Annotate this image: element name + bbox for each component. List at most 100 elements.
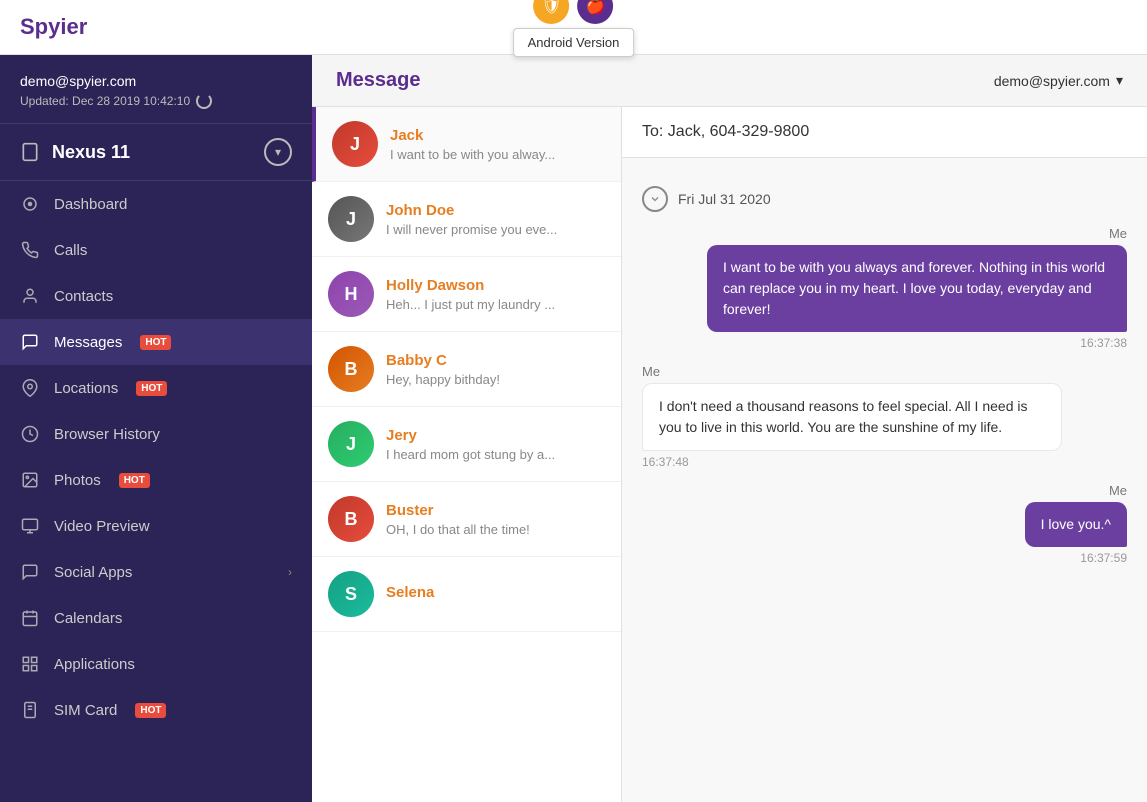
chat-messages: Fri Jul 31 2020 Me I want to be with you… (622, 158, 1147, 802)
conv-preview-buster: OH, I do that all the time! (386, 522, 605, 537)
sidebar-item-messages[interactable]: Messages HOT (0, 319, 312, 365)
conv-avatar-babby-c: B (328, 346, 374, 392)
date-text: Fri Jul 31 2020 (678, 191, 771, 207)
nav-label-social-apps: Social Apps (54, 564, 132, 581)
sidebar-item-dashboard[interactable]: Dashboard (0, 181, 312, 227)
content-area: Message demo@spyier.com ▾ J Jack I want … (312, 55, 1147, 802)
conv-info-babby-c: Babby C Hey, happy bithday! (386, 352, 605, 387)
conv-info-holly-dawson: Holly Dawson Heh... I just put my laundr… (386, 277, 605, 312)
conv-avatar-holly-dawson: H (328, 271, 374, 317)
conv-info-buster: Buster OH, I do that all the time! (386, 502, 605, 537)
conv-avatar-selena: S (328, 571, 374, 617)
msg-sender-msg1: Me (1109, 226, 1127, 241)
sidebar-item-contacts[interactable]: Contacts (0, 273, 312, 319)
msg-time-msg1: 16:37:38 (1080, 336, 1127, 350)
conv-avatar-jack: J (332, 121, 378, 167)
conv-item-selena[interactable]: S Selena (312, 557, 621, 632)
sidebar-updated: Updated: Dec 28 2019 10:42:10 (20, 93, 292, 109)
device-chevron[interactable]: ▾ (264, 138, 292, 166)
calendars-icon (20, 608, 40, 628)
content-header: Message demo@spyier.com ▾ (312, 55, 1147, 107)
device-row: Nexus 11 ▾ (0, 124, 312, 181)
conv-name-john-doe: John Doe (386, 202, 605, 219)
version-selector: 🛡 🍎 Android Version (513, 0, 635, 57)
hot-badge-sim-card: HOT (135, 703, 166, 718)
sidebar-item-sim-card[interactable]: SIM Card HOT (0, 687, 312, 733)
conv-info-jack: Jack I want to be with you alway... (390, 127, 605, 162)
msg-bubble-msg1: I want to be with you always and forever… (707, 245, 1127, 332)
conv-name-jack: Jack (390, 127, 605, 144)
sidebar-user: demo@spyier.com Updated: Dec 28 2019 10:… (0, 55, 312, 124)
conv-preview-jack: I want to be with you alway... (390, 147, 605, 162)
version-icons: 🛡 🍎 (534, 0, 614, 24)
conv-preview-babby-c: Hey, happy bithday! (386, 372, 605, 387)
conv-preview-holly-dawson: Heh... I just put my laundry ... (386, 297, 605, 312)
android-tooltip: Android Version (513, 28, 635, 57)
video-preview-icon (20, 516, 40, 536)
apple-icon[interactable]: 🍎 (578, 0, 614, 24)
msg-bubble-msg2: I don't need a thousand reasons to feel … (642, 383, 1062, 451)
sidebar-email: demo@spyier.com (20, 73, 292, 89)
dashboard-icon (20, 194, 40, 214)
refresh-icon[interactable] (196, 93, 212, 109)
conv-avatar-jery: J (328, 421, 374, 467)
photos-icon (20, 470, 40, 490)
hot-badge-messages: HOT (140, 335, 171, 350)
conversation-list: J Jack I want to be with you alway... J … (312, 107, 622, 802)
sidebar-item-locations[interactable]: Locations HOT (0, 365, 312, 411)
sidebar-item-video-preview[interactable]: Video Preview (0, 503, 312, 549)
sidebar-item-browser-history[interactable]: Browser History (0, 411, 312, 457)
nav-list: Dashboard Calls Contacts Messages HOT Lo… (0, 181, 312, 733)
sidebar-item-calls[interactable]: Calls (0, 227, 312, 273)
app-logo: Spyier (20, 14, 87, 40)
sidebar-item-applications[interactable]: Applications (0, 641, 312, 687)
conv-preview-jery: I heard mom got stung by a... (386, 447, 605, 462)
conv-preview-john-doe: I will never promise you eve... (386, 222, 605, 237)
conv-item-jack[interactable]: J Jack I want to be with you alway... (312, 107, 621, 182)
nav-label-calls: Calls (54, 242, 87, 259)
nav-label-messages: Messages (54, 334, 122, 351)
nav-arrow-social-apps: › (288, 565, 292, 579)
msg-bubble-msg3: I love you.^ (1025, 502, 1127, 547)
chat-header: To: Jack, 604-329-9800 (622, 107, 1147, 158)
conv-info-selena: Selena (386, 584, 605, 604)
conv-item-babby-c[interactable]: B Babby C Hey, happy bithday! (312, 332, 621, 407)
message-msg2: Me I don't need a thousand reasons to fe… (642, 364, 1127, 469)
conv-avatar-john-doe: J (328, 196, 374, 242)
android-icon[interactable]: 🛡 (534, 0, 570, 24)
nav-label-browser-history: Browser History (54, 426, 160, 443)
message-msg3: Me I love you.^ 16:37:59 (642, 483, 1127, 565)
conv-info-john-doe: John Doe I will never promise you eve... (386, 202, 605, 237)
date-circle[interactable] (642, 186, 668, 212)
sidebar-item-calendars[interactable]: Calendars (0, 595, 312, 641)
conv-item-john-doe[interactable]: J John Doe I will never promise you eve.… (312, 182, 621, 257)
message-msg1: Me I want to be with you always and fore… (642, 226, 1127, 350)
sidebar-item-photos[interactable]: Photos HOT (0, 457, 312, 503)
msg-sender-msg3: Me (1109, 483, 1127, 498)
content-title: Message (336, 69, 421, 92)
msg-time-msg3: 16:37:59 (1080, 551, 1127, 565)
conv-item-holly-dawson[interactable]: H Holly Dawson Heh... I just put my laun… (312, 257, 621, 332)
nav-label-contacts: Contacts (54, 288, 113, 305)
sidebar: demo@spyier.com Updated: Dec 28 2019 10:… (0, 55, 312, 802)
header-chevron: ▾ (1116, 72, 1123, 89)
social-apps-icon (20, 562, 40, 582)
conv-name-jery: Jery (386, 427, 605, 444)
applications-icon (20, 654, 40, 674)
calls-icon (20, 240, 40, 260)
nav-label-dashboard: Dashboard (54, 196, 127, 213)
conv-info-jery: Jery I heard mom got stung by a... (386, 427, 605, 462)
conv-name-holly-dawson: Holly Dawson (386, 277, 605, 294)
header-user[interactable]: demo@spyier.com ▾ (994, 72, 1123, 89)
tablet-icon (20, 142, 40, 162)
conv-item-jery[interactable]: J Jery I heard mom got stung by a... (312, 407, 621, 482)
sidebar-item-social-apps[interactable]: Social Apps › (0, 549, 312, 595)
top-bar: Spyier 🛡 🍎 Android Version (0, 0, 1147, 55)
chat-panel: To: Jack, 604-329-9800 Fri Jul 31 2020 M… (622, 107, 1147, 802)
nav-label-video-preview: Video Preview (54, 518, 150, 535)
nav-label-locations: Locations (54, 380, 118, 397)
main-layout: demo@spyier.com Updated: Dec 28 2019 10:… (0, 55, 1147, 802)
conv-item-buster[interactable]: B Buster OH, I do that all the time! (312, 482, 621, 557)
browser-history-icon (20, 424, 40, 444)
conv-avatar-buster: B (328, 496, 374, 542)
